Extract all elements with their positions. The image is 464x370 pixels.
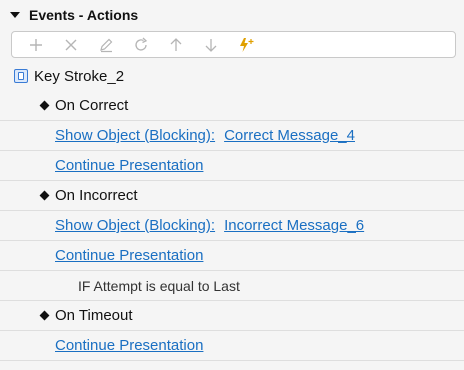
panel-header[interactable]: Events - Actions [0,0,464,30]
add-button[interactable] [18,32,53,57]
refresh-icon [134,37,147,51]
action-item: Show Object (Blocking): Correct Message_… [55,127,355,144]
target-link[interactable]: Incorrect Message_6 [224,217,364,234]
action-item: Continue Presentation [55,337,203,354]
collapse-arrow-icon[interactable] [10,12,20,18]
action-link[interactable]: Show Object (Blocking): [55,127,215,144]
event-row-on-incorrect[interactable]: On Incorrect [0,181,464,211]
panel-title: Events - Actions [29,7,139,23]
action-link[interactable]: Continue Presentation [55,157,203,174]
event-diamond-icon [39,100,50,111]
events-tree: Key Stroke_2 On Correct Show Object (Blo… [0,61,464,361]
event-diamond-icon [39,190,50,201]
move-up-icon [170,37,181,51]
root-label: Key Stroke_2 [34,67,125,85]
action-row[interactable]: Show Object (Blocking): Correct Message_… [0,121,464,151]
events-actions-panel: Events - Actions Key Stroke_2 On Correct… [0,0,464,370]
action-item: Show Object (Blocking): Incorrect Messag… [55,217,364,234]
actions-toolbar [11,31,456,58]
condition-text: IF Attempt is equal to Last [78,277,240,294]
action-row[interactable]: Show Object (Blocking): Incorrect Messag… [0,211,464,241]
event-label: On Correct [55,97,129,114]
keystroke-object-icon [14,69,28,83]
action-row[interactable]: Continue Presentation [0,331,464,361]
refresh-button[interactable] [123,32,158,57]
delete-button[interactable] [53,32,88,57]
event-row-on-timeout[interactable]: On Timeout [0,301,464,331]
event-label: On Incorrect [55,187,138,204]
action-item: Continue Presentation [55,247,203,264]
add-event-button[interactable] [228,32,263,57]
edit-button[interactable] [88,32,123,57]
action-link[interactable]: Continue Presentation [55,247,203,264]
action-row[interactable]: Continue Presentation [0,151,464,181]
action-link[interactable]: Continue Presentation [55,337,203,354]
add-event-icon [239,37,253,52]
condition-row[interactable]: IF Attempt is equal to Last [0,271,464,301]
event-row-on-correct[interactable]: On Correct [0,91,464,121]
action-row[interactable]: Continue Presentation [0,241,464,271]
action-item: Continue Presentation [55,157,203,174]
add-icon [29,38,42,51]
edit-icon [99,38,112,52]
action-link[interactable]: Show Object (Blocking): [55,217,215,234]
delete-icon [65,39,76,50]
move-up-button[interactable] [158,32,193,57]
target-link[interactable]: Correct Message_4 [224,127,355,144]
move-down-icon [205,38,216,52]
move-down-button[interactable] [193,32,228,57]
event-diamond-icon [39,310,50,321]
event-label: On Timeout [55,307,133,324]
tree-root-row[interactable]: Key Stroke_2 [0,61,464,91]
